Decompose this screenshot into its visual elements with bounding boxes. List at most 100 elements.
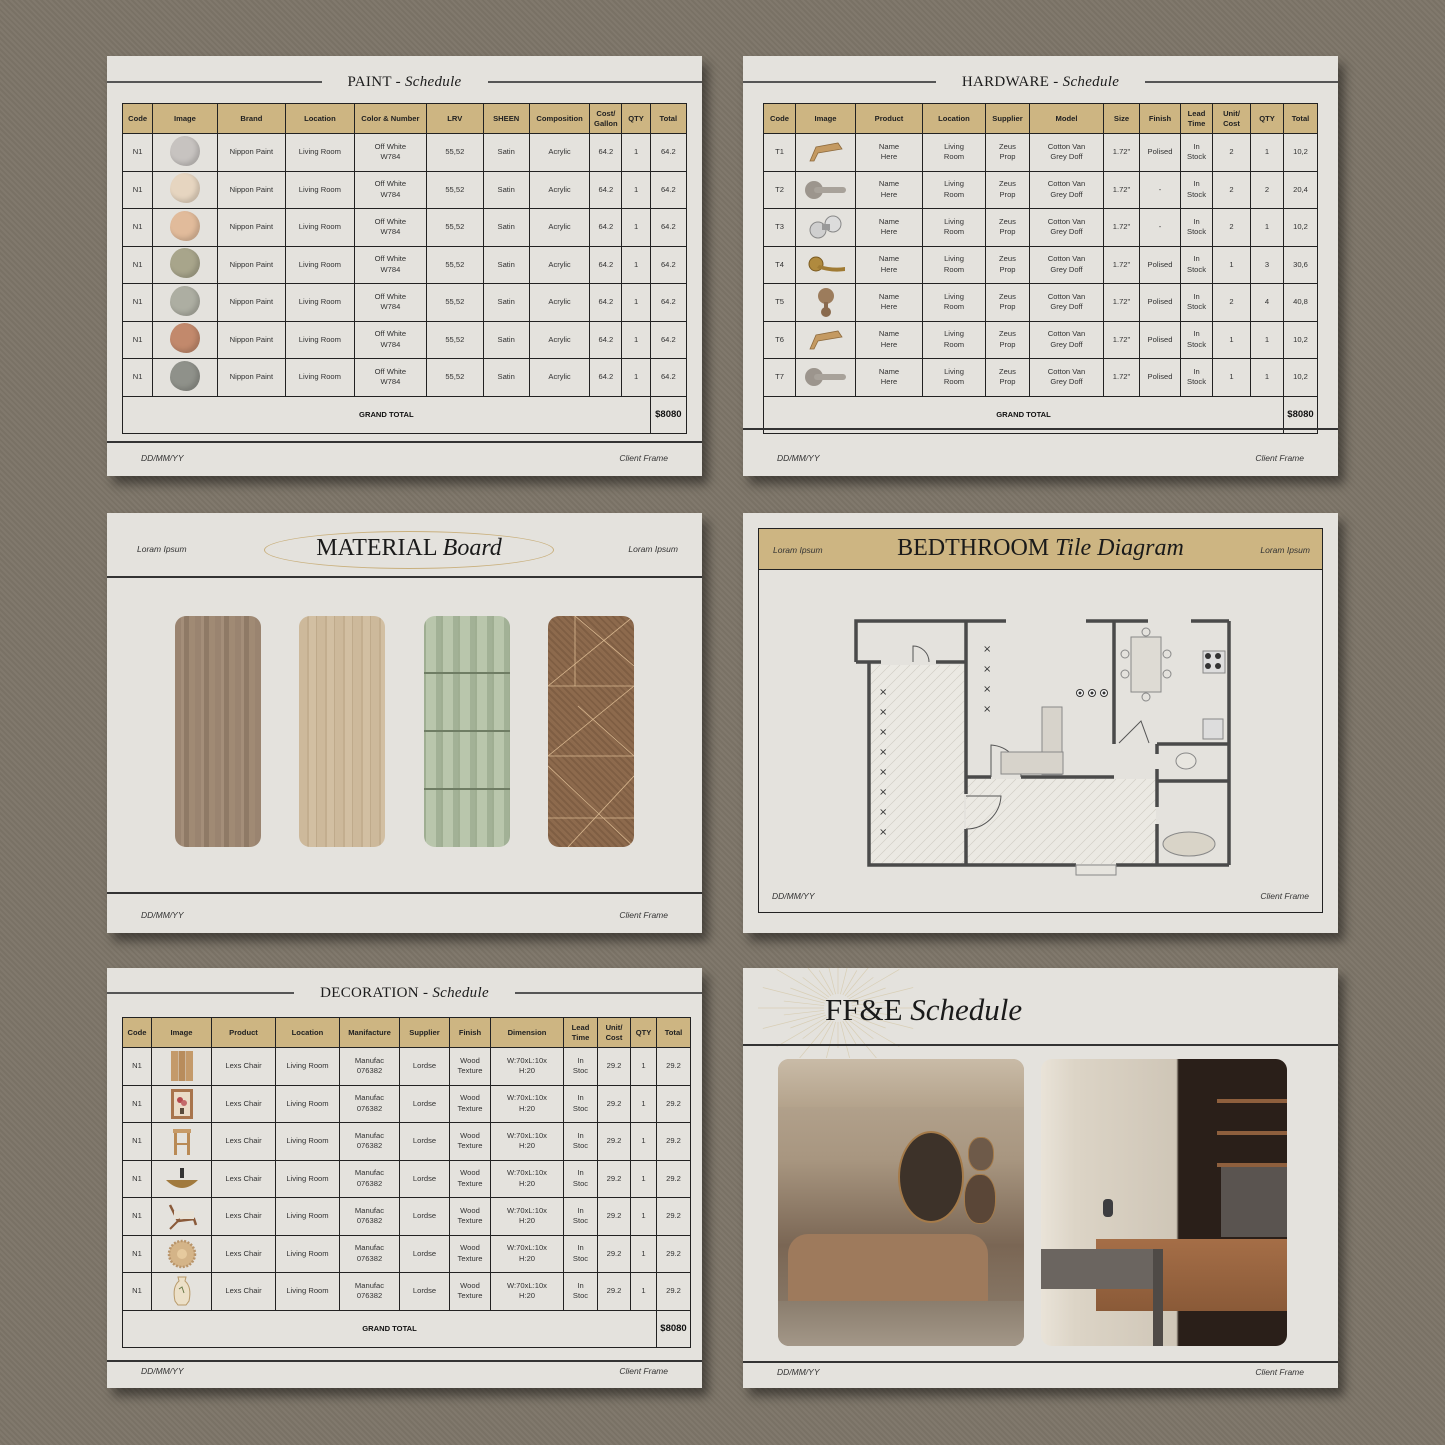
wooden-stool-icon (153, 1125, 210, 1157)
lead-line1: In (1193, 366, 1200, 376)
finish: Polised (1147, 259, 1173, 269)
model-cell: Cotton Van Grey Doff (1029, 358, 1104, 397)
sheen: Satin (497, 334, 515, 344)
column-header: Code (121, 103, 154, 134)
qty-cell: 1 (621, 283, 651, 322)
unit-cost: 29.2 (606, 1286, 622, 1295)
qty: 1 (1264, 147, 1270, 156)
code-cell: N1 (121, 283, 154, 322)
unit-cost-cell: 1 (1212, 245, 1251, 284)
dimension-cell: W:70xL:10x H:20 (490, 1122, 564, 1161)
finish-line2: Texture (457, 1291, 483, 1301)
code: T6 (775, 334, 784, 344)
code: N1 (132, 372, 143, 381)
total-cell: 20,4 (1283, 170, 1318, 209)
dimension-line2: H:20 (518, 1066, 536, 1076)
qty-cell: 1 (1250, 133, 1284, 172)
total-cell: 64.2 (649, 283, 688, 322)
code: N1 (132, 1173, 142, 1183)
supplier-line1: Zeus (999, 254, 1016, 264)
location-cell: Living Room (275, 1159, 340, 1198)
lounge-chair-icon (153, 1201, 210, 1231)
qty-cell: 1 (630, 1272, 657, 1311)
manufacture-line2: 076382 (356, 1103, 383, 1113)
column-header: SHEEN (482, 103, 530, 134)
lrv: 55,52 (445, 184, 465, 194)
finish-cell: Wood Texture (449, 1272, 491, 1311)
footer-client: Client Frame (1255, 453, 1304, 463)
qty: 1 (641, 1173, 646, 1183)
table-header-row: Code Image Product Location Manifacture Suppl… (122, 1017, 691, 1048)
image-cell (795, 358, 856, 397)
model-line2: Grey Doff (1050, 339, 1083, 349)
size: 1.72" (1112, 184, 1131, 194)
lead-line2: Stoc (572, 1253, 589, 1263)
title-rule-left (107, 81, 322, 83)
product-cell: Name Here (855, 133, 923, 172)
composition: Acrylic (548, 184, 571, 194)
island-leg (1153, 1249, 1163, 1346)
paint-swatch-icon (169, 360, 200, 391)
svg-text:×: × (879, 787, 887, 798)
column-header: Unit/Cost (597, 1017, 631, 1048)
brand: Nippon Paint (229, 222, 274, 231)
title-main: DECORATION (320, 984, 419, 1001)
location-line2: Room (943, 152, 965, 162)
lead-line1: In (1193, 291, 1200, 301)
location: Living Room (298, 372, 341, 381)
lrv-cell: 55,52 (426, 208, 484, 247)
dimension-line2: H:20 (518, 1291, 536, 1301)
manufacture-line1: Manufac (354, 1130, 385, 1140)
unit-cost: 29.2 (606, 1248, 622, 1258)
title-italic: Schedule (1062, 73, 1120, 90)
model-line2: Grey Doff (1050, 189, 1083, 199)
column-header: Model (1029, 103, 1104, 134)
carved-medallion-icon (153, 1239, 210, 1269)
finish: Polised (1147, 372, 1173, 381)
title-main: MATERIAL (316, 535, 437, 561)
image-cell (795, 208, 856, 247)
table-row: N1 Nippon Paint Living Room Off White W784 55… (121, 283, 688, 322)
tile-frame: Loram Ipsum BEDTHROOM Tile Diagram Loram… (758, 528, 1323, 913)
color-line2: W784 (380, 264, 401, 274)
code-cell: N1 (122, 1272, 152, 1311)
supplier-cell: Lordse (399, 1047, 450, 1086)
unit-cost-cell: 2 (1212, 170, 1251, 209)
color-line2: W784 (380, 302, 401, 312)
manufacture-cell: Manufac 076382 (339, 1159, 400, 1198)
finish-line1: Wood (460, 1055, 480, 1065)
column-header: Unit/Cost (1212, 103, 1251, 134)
sheen-cell: Satin (482, 133, 530, 172)
image-cell (152, 133, 218, 172)
lead-time-cell: In Stock (1180, 320, 1213, 359)
model-line1: Cotton Van (1047, 329, 1086, 339)
location-line1: Living (944, 254, 964, 264)
unit-cost: 29.2 (606, 1173, 622, 1183)
finish-cell: Wood Texture (449, 1047, 491, 1086)
location-line2: Room (943, 339, 965, 349)
code: N1 (132, 1248, 142, 1258)
title-italic: Schedule (910, 992, 1023, 1027)
code: T1 (775, 147, 784, 156)
qty: 1 (633, 222, 639, 231)
manufacture-cell: Manufac 076382 (339, 1047, 400, 1086)
qty-cell: 1 (1250, 358, 1284, 397)
table-row: N1 Lexs Chair Living Room Manufac 076382 Lord… (122, 1159, 691, 1198)
image-cell (152, 283, 218, 322)
location: Living Room (298, 222, 341, 231)
lead-time-cell: In Stoc (563, 1197, 598, 1236)
location: Living Room (298, 334, 341, 344)
manufacture-line1: Manufac (354, 1055, 385, 1065)
total: 29.2 (666, 1173, 681, 1183)
qty: 2 (1264, 184, 1270, 194)
supplier-line1: Zeus (999, 216, 1016, 226)
grand-total-value: $8080 (656, 1309, 691, 1348)
supplier-line1: Zeus (999, 179, 1016, 189)
supplier-line1: Zeus (999, 291, 1016, 301)
product-cell: Lexs Chair (211, 1159, 276, 1198)
qty-cell: 4 (1250, 283, 1284, 322)
lead-line1: In (577, 1055, 584, 1065)
lead-line1: In (1193, 329, 1200, 339)
finish-line2: Texture (457, 1216, 483, 1226)
brand-cell: Nippon Paint (216, 170, 287, 209)
